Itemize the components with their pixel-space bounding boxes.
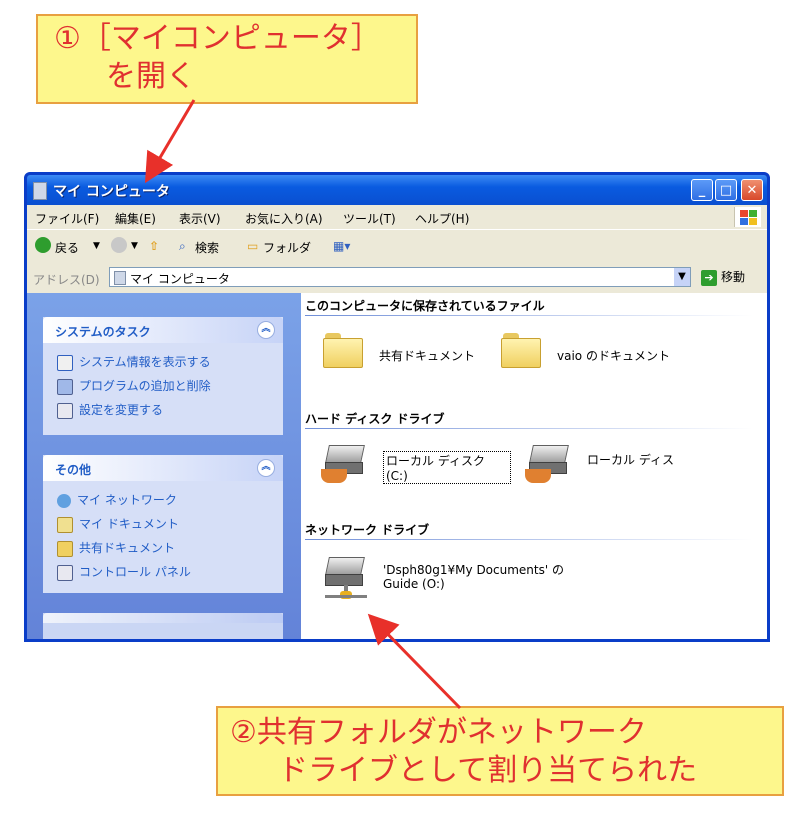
task-change-settings[interactable]: 設定を変更する <box>57 401 163 419</box>
collapse-chevron-icon[interactable]: ︽ <box>257 459 275 477</box>
section-hard-disks: ハード ディスク ドライブ <box>305 412 445 426</box>
back-dropdown-icon[interactable]: ▼ <box>93 241 100 251</box>
hard-drive-icon <box>525 445 573 485</box>
folder-vaio-documents[interactable]: vaio のドキュメント <box>501 333 701 383</box>
network-drive-guide-o[interactable]: 'Dsph80g1¥My Documents' の Guide (O:) <box>321 557 621 607</box>
hard-drive-icon <box>321 445 369 485</box>
back-arrow-icon[interactable] <box>35 237 51 253</box>
section-divider <box>305 428 753 429</box>
programs-icon <box>57 378 73 395</box>
drive-local-disk-c[interactable]: ローカル ディスク (C:) <box>321 445 511 493</box>
search-button[interactable]: 検索 <box>195 239 219 256</box>
menu-view[interactable]: 表示(V) <box>179 210 221 227</box>
address-input[interactable]: マイ コンピュータ ▼ <box>109 267 691 287</box>
details-group-partial <box>43 613 283 639</box>
place-my-documents[interactable]: マイ ドキュメント <box>57 515 179 533</box>
menu-file[interactable]: ファイル(F) <box>35 210 99 227</box>
place-my-network[interactable]: マイ ネットワーク <box>57 491 177 508</box>
go-label: 移動 <box>721 270 746 284</box>
details-header[interactable] <box>43 613 283 623</box>
address-label: アドレス(D) <box>33 273 100 287</box>
address-value: マイ コンピュータ <box>130 272 230 286</box>
task-view-system-info[interactable]: システム情報を表示する <box>57 353 211 371</box>
up-folder-icon[interactable]: ⇧ <box>149 239 159 253</box>
title-bar[interactable]: マイ コンピュータ _ □ ✕ <box>27 175 767 205</box>
folder-icon <box>501 333 541 368</box>
menu-tools[interactable]: ツール(T) <box>343 210 396 227</box>
callout-step2: ②共有フォルダがネットワーク ドライブとして割り当てられた <box>216 706 784 796</box>
folders-button[interactable]: フォルダ <box>263 239 311 256</box>
forward-dropdown-icon[interactable]: ▼ <box>131 241 138 251</box>
back-button[interactable]: 戻る <box>55 239 79 256</box>
control-panel-icon <box>57 564 73 581</box>
menu-favorites[interactable]: お気に入り(A) <box>245 210 323 227</box>
callout-step2-line2: ドライブとして割り当てられた <box>278 753 698 788</box>
task-pane: システムのタスク ︽ システム情報を表示する プログラムの追加と削除 設定を変更… <box>27 293 301 639</box>
callout-step2-line1: ②共有フォルダがネットワーク <box>230 715 647 750</box>
go-arrow-icon: ➔ <box>701 269 717 286</box>
system-tasks-title: システムのタスク <box>55 325 151 339</box>
window-title: マイ コンピュータ <box>53 184 170 200</box>
network-icon <box>57 493 71 508</box>
folder-icon <box>57 540 73 557</box>
my-computer-window: マイ コンピュータ _ □ ✕ ファイル(F) 編集(E) 表示(V) お気に入… <box>24 172 770 642</box>
other-places-title: その他 <box>55 463 92 477</box>
callout-step1-line1: ①［マイコンピュータ］ <box>54 21 381 56</box>
search-icon[interactable]: ⌕ <box>179 239 186 254</box>
task-add-remove-programs[interactable]: プログラムの追加と削除 <box>57 377 211 395</box>
menu-edit[interactable]: 編集(E) <box>115 210 156 227</box>
other-places-group: その他 ︽ マイ ネットワーク マイ ドキュメント 共有ドキュメント コントロー… <box>43 455 283 593</box>
other-places-header[interactable]: その他 ︽ <box>43 455 283 481</box>
maximize-button[interactable]: □ <box>715 179 737 201</box>
go-button[interactable]: ➔ 移動 <box>701 268 745 286</box>
callout-step1-line2: を開く <box>106 59 196 94</box>
documents-icon <box>57 516 73 533</box>
collapse-chevron-icon[interactable]: ︽ <box>257 321 275 339</box>
minimize-button[interactable]: _ <box>691 179 713 201</box>
content-pane: このコンピュータに保存されているファイル 共有ドキュメント vaio のドキュメ… <box>301 293 767 639</box>
forward-arrow-icon[interactable] <box>111 237 127 253</box>
address-bar: アドレス(D) マイ コンピュータ ▼ ➔ 移動 <box>27 263 767 293</box>
place-control-panel[interactable]: コントロール パネル <box>57 563 191 581</box>
close-button[interactable]: ✕ <box>741 179 763 201</box>
views-icon[interactable]: ▦▾ <box>333 239 350 253</box>
computer-icon <box>33 182 47 200</box>
address-dropdown-icon[interactable]: ▼ <box>674 268 690 286</box>
system-tasks-header[interactable]: システムのタスク ︽ <box>43 317 283 343</box>
toolbar: 戻る ▼ ▼ ⇧ ⌕ 検索 ▭ フォルダ ▦▾ <box>27 229 767 265</box>
section-network-drives: ネットワーク ドライブ <box>305 523 430 537</box>
arrow-to-title <box>144 99 196 184</box>
folder-icon <box>323 333 363 368</box>
drive-local-disk-2[interactable]: ローカル ディス <box>525 445 725 493</box>
menu-bar: ファイル(F) 編集(E) 表示(V) お気に入り(A) ツール(T) ヘルプ(… <box>27 205 767 229</box>
system-info-icon <box>57 354 73 371</box>
menu-help[interactable]: ヘルプ(H) <box>415 210 469 227</box>
folder-shared-documents[interactable]: 共有ドキュメント <box>323 333 483 383</box>
windows-logo-icon <box>734 207 761 227</box>
section-divider <box>305 315 753 316</box>
network-drive-icon <box>321 557 369 599</box>
section-stored-files: このコンピュータに保存されているファイル <box>305 299 545 313</box>
callout-step1: ①［マイコンピュータ］ を開く <box>36 14 418 104</box>
control-panel-icon <box>57 402 73 419</box>
section-divider <box>305 539 753 540</box>
computer-icon <box>114 271 126 285</box>
system-tasks-group: システムのタスク ︽ システム情報を表示する プログラムの追加と削除 設定を変更… <box>43 317 283 435</box>
folders-icon[interactable]: ▭ <box>247 239 258 253</box>
place-shared-documents[interactable]: 共有ドキュメント <box>57 539 175 557</box>
